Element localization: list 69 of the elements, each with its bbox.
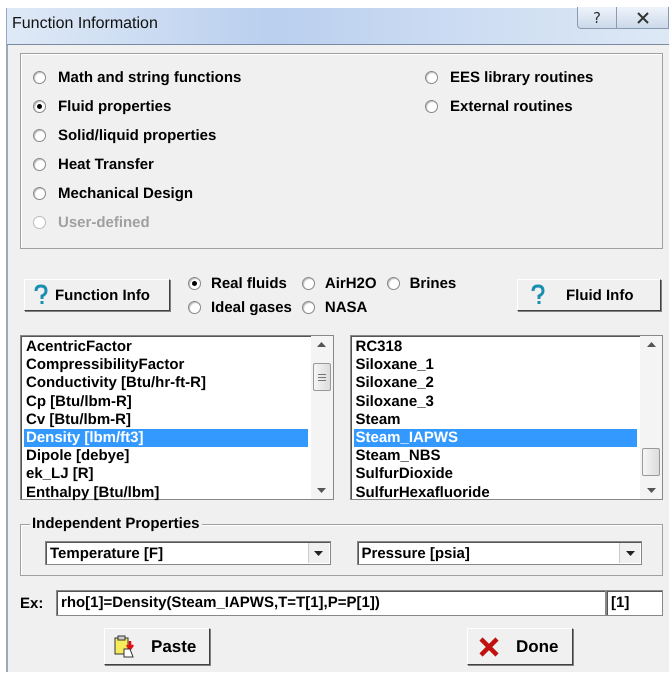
radio-circle[interactable] — [302, 276, 315, 290]
clipboard-icon — [113, 634, 137, 658]
list-item[interactable]: Dipole [debye] — [24, 447, 308, 466]
window-title: Function Information — [12, 15, 158, 33]
scrollbar[interactable] — [310, 336, 332, 499]
scroll-thumb[interactable] — [312, 363, 330, 391]
done-button[interactable]: Done — [467, 628, 573, 665]
scroll-thumb[interactable] — [642, 448, 660, 476]
radio-circle[interactable] — [33, 100, 46, 113]
radio-circle[interactable] — [33, 71, 46, 84]
scrollbar[interactable] — [640, 336, 662, 499]
scroll-down-icon — [317, 488, 326, 493]
radio-option[interactable]: External routines — [425, 97, 594, 116]
dropdown-arrow-icon — [626, 550, 634, 556]
radio-option[interactable]: Solid/liquid properties — [33, 126, 425, 145]
grip-icon — [318, 374, 326, 380]
list-item[interactable]: SulfurHexafluoride — [354, 484, 637, 502]
list-item[interactable]: RC318 — [354, 338, 637, 356]
dropdown-arrow-icon — [314, 550, 323, 556]
radio-option[interactable]: Real fluids — [188, 274, 292, 292]
paste-button[interactable]: Paste — [104, 628, 210, 665]
radio-option[interactable]: Fluid properties — [33, 97, 425, 116]
radio-circle[interactable] — [33, 187, 46, 200]
dropdown[interactable]: Pressure [psia] — [356, 541, 642, 565]
question-mark-icon — [530, 284, 546, 306]
radio-option[interactable]: Brines — [386, 274, 456, 292]
radio-option[interactable]: AirH2O — [302, 274, 377, 292]
close-icon — [636, 12, 650, 24]
group-title: Independent Properties — [30, 515, 202, 533]
radio-circle[interactable] — [425, 71, 438, 84]
index-field[interactable]: [1] — [606, 590, 663, 616]
list-item[interactable]: Cp [Btu/lbm-R] — [24, 392, 308, 411]
radio-circle[interactable] — [425, 100, 438, 113]
radio-option[interactable]: Ideal gases — [188, 298, 292, 316]
list-item[interactable]: Siloxane_1 — [354, 356, 637, 374]
list-item[interactable]: SulfurDioxide — [354, 465, 637, 484]
radio-circle[interactable] — [302, 300, 315, 314]
list-item[interactable]: Steam_NBS — [354, 447, 637, 466]
radio-option[interactable]: EES library routines — [425, 68, 594, 87]
example-field[interactable]: rho[1]=Density(Steam_IAPWS,T=T[1],P=P[1]) — [56, 590, 606, 616]
list-item[interactable]: Cv [Btu/lbm-R] — [24, 410, 308, 429]
fluid-info-button[interactable]: Fluid Info — [517, 279, 661, 311]
list-item[interactable]: Siloxane_3 — [354, 392, 637, 411]
question-mark-icon — [33, 284, 49, 306]
close-button[interactable] — [617, 7, 669, 29]
list-item[interactable]: CompressibilityFactor — [24, 356, 308, 374]
list-item[interactable]: Steam — [354, 410, 637, 429]
list-item[interactable]: Enthalpy [Btu/lbm] — [24, 484, 308, 502]
radio-circle[interactable] — [386, 276, 400, 290]
list-item[interactable]: Conductivity [Btu/hr-ft-R] — [24, 374, 308, 393]
scroll-up-icon — [317, 342, 326, 347]
field-label: Ex: — [20, 594, 44, 612]
x-mark-icon — [478, 636, 500, 658]
radio-circle[interactable] — [33, 158, 46, 171]
radio-option[interactable]: Heat Transfer — [33, 155, 425, 174]
function-info-button[interactable]: Function Info — [24, 279, 170, 311]
radio-option[interactable]: NASA — [302, 298, 377, 316]
radio-option[interactable]: Math and string functions — [33, 68, 425, 87]
radio-circle[interactable] — [33, 129, 46, 142]
dropdown[interactable]: Temperature [F] — [45, 541, 330, 565]
radio-circle[interactable] — [188, 276, 201, 290]
list-item[interactable]: AcentricFactor — [24, 338, 308, 356]
scroll-down-icon — [646, 488, 656, 493]
radio-circle[interactable] — [188, 300, 201, 314]
list-item[interactable]: Siloxane_2 — [354, 374, 637, 393]
help-button[interactable]: ? — [577, 7, 617, 29]
list-item[interactable]: ek_LJ [R] — [24, 465, 308, 484]
radio-option[interactable]: Mechanical Design — [33, 184, 425, 203]
scroll-up-icon — [646, 342, 656, 347]
